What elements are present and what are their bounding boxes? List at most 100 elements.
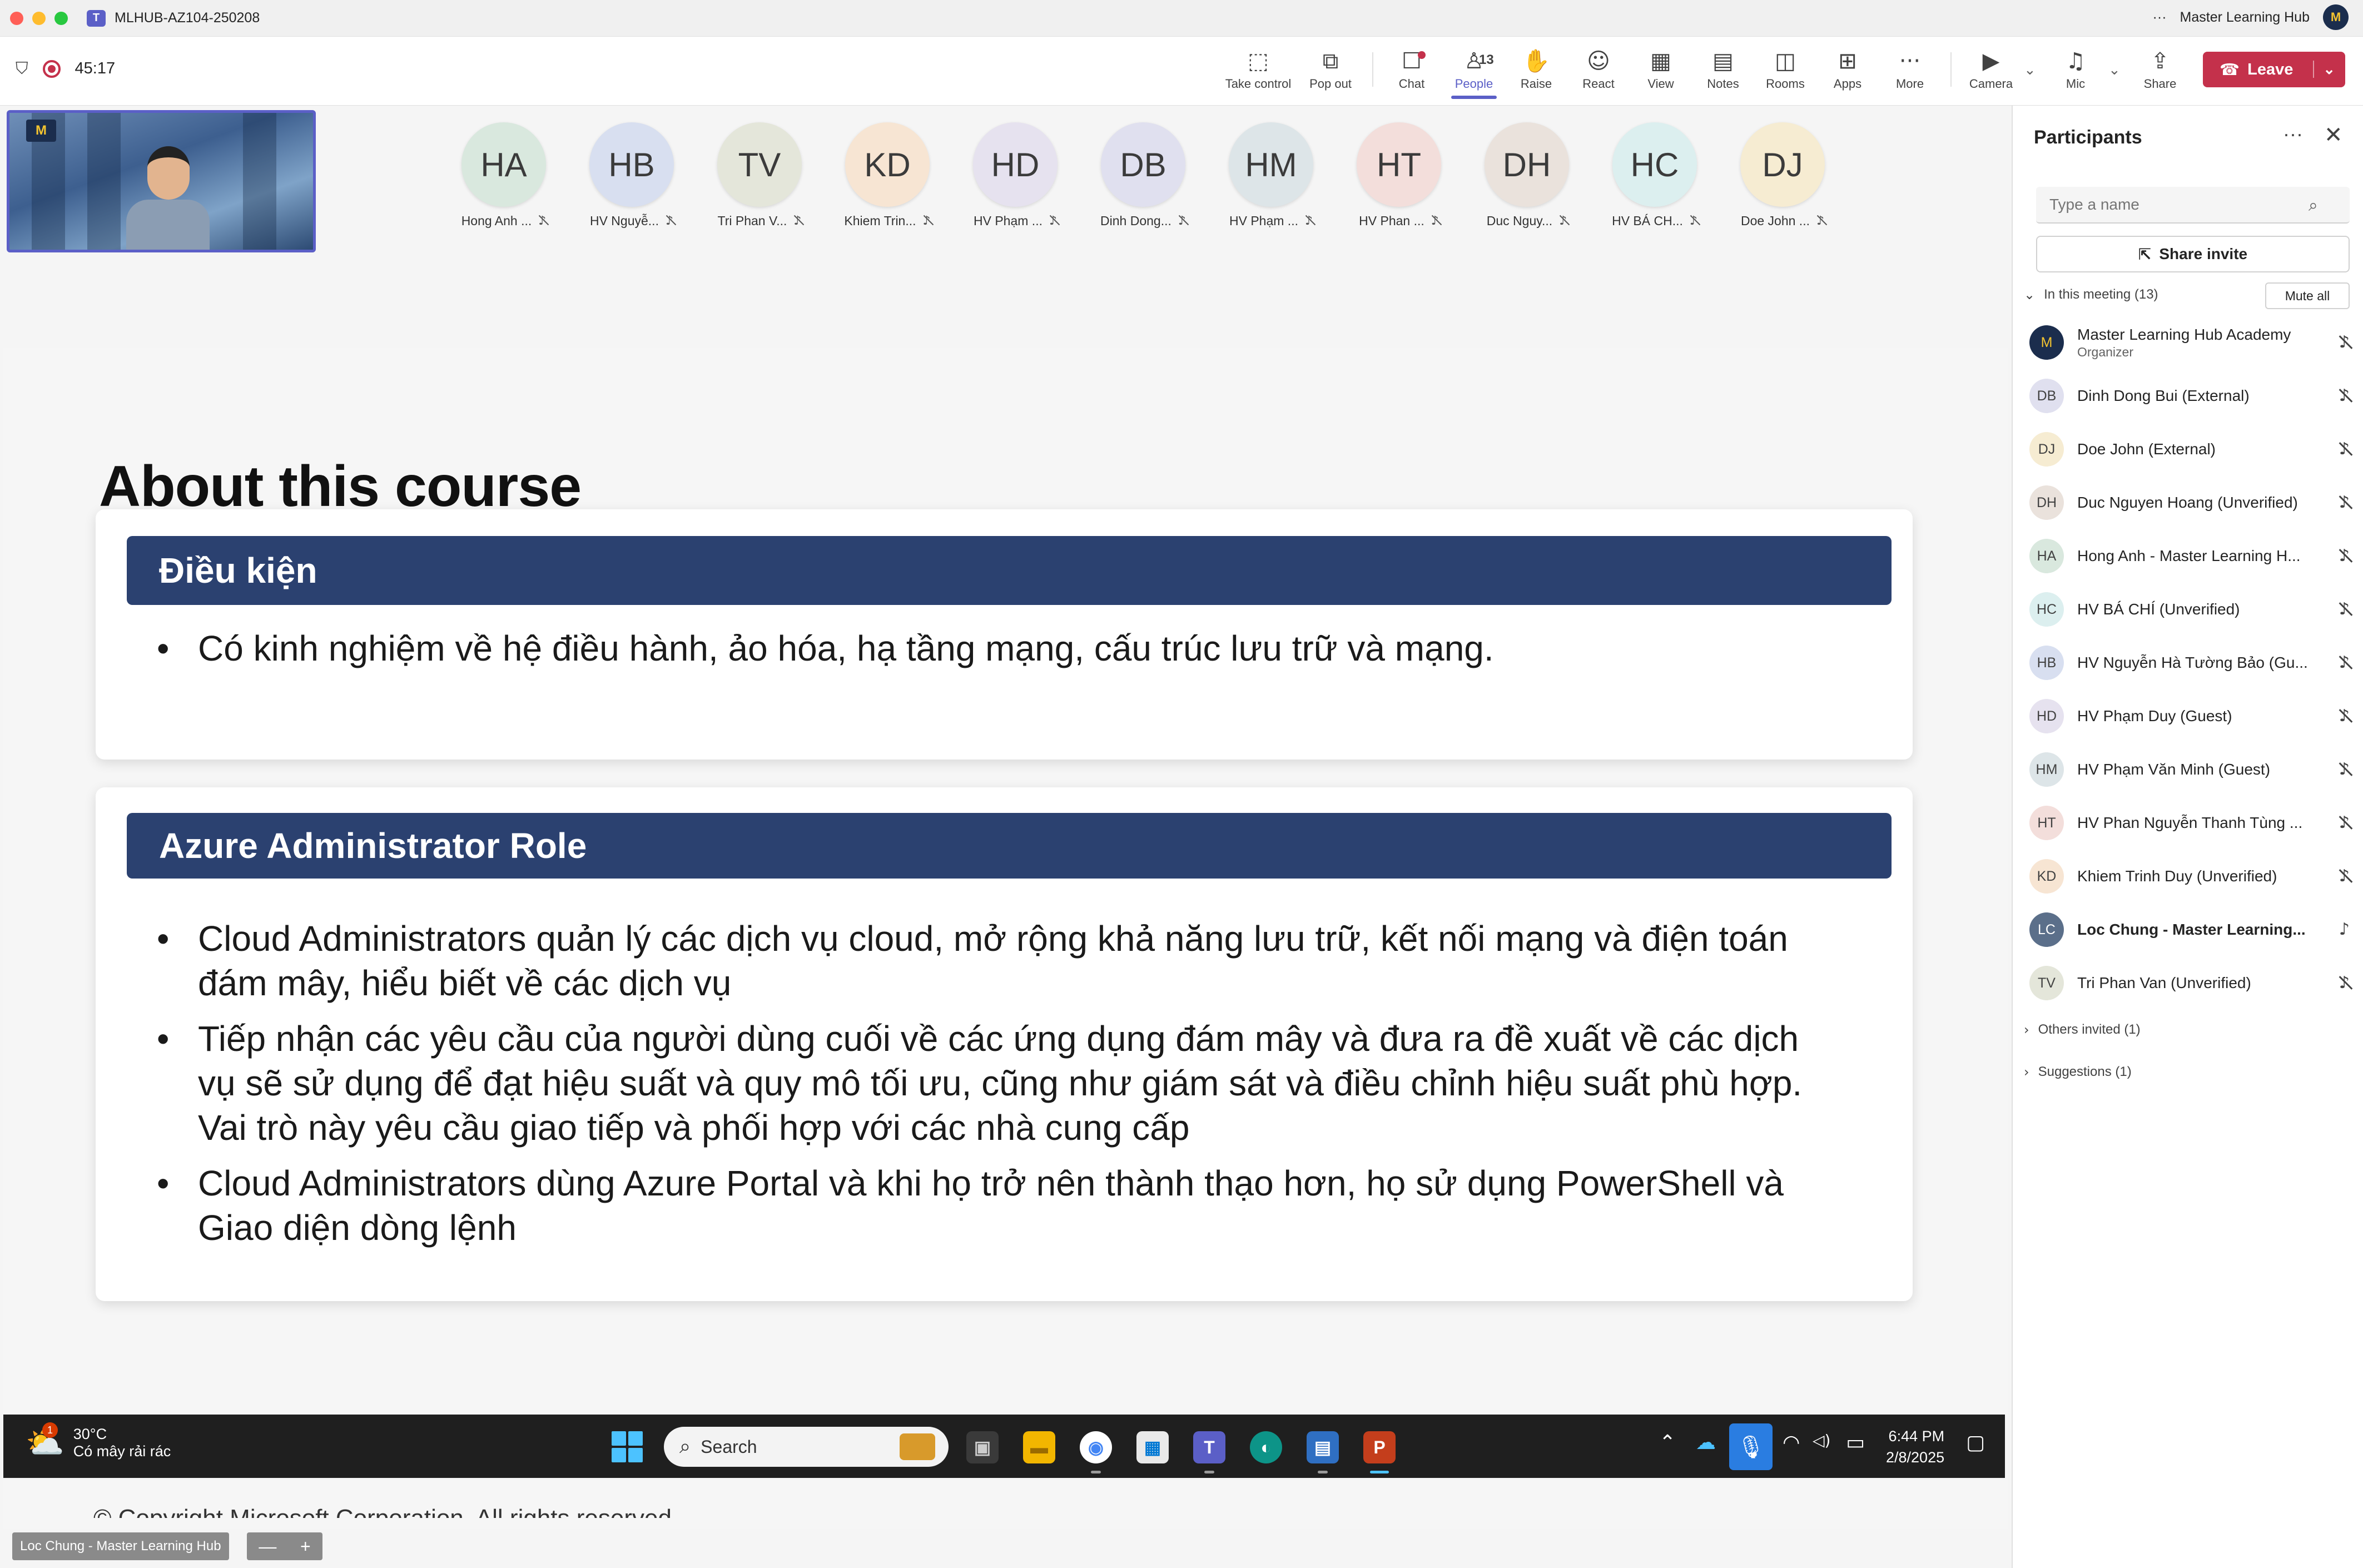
take-control-button[interactable]: ⬚ Take control [1222,46,1294,91]
notes-button[interactable]: ▤ Notes [1687,46,1759,91]
participant-row[interactable]: HT HV Phan Nguyễn Thanh Tùng ... ♪ [2029,801,2357,845]
mic-off-icon[interactable]: ♪ [2339,813,2350,832]
participant-tile-name: Doe John ... ♪ [1741,214,1824,229]
view-button[interactable]: ▦ View [1625,46,1697,91]
participant-row[interactable]: DH Duc Nguyen Hoang (Unverified) ♪ [2029,480,2357,525]
mic-off-icon[interactable]: ♪ [2339,973,2350,993]
titlebar-more-button[interactable]: ··· [2153,9,2167,26]
panel-more-button[interactable]: ··· [2283,122,2303,146]
mic-button[interactable]: ♫ Mic [2039,46,2112,91]
participant-row[interactable]: M Master Learning Hub Academy Organizer ♪ [2029,320,2357,365]
zoom-in-button[interactable]: + [300,1536,311,1557]
participant-name: HV BÁ CHÍ (Unverified) [2077,601,2240,618]
more-button[interactable]: ··· More [1874,46,1946,91]
participant-tile[interactable]: HM HV Phạm ... ♪ [1229,122,1313,229]
participant-row[interactable]: HD HV Phạm Duy (Guest) ♪ [2029,694,2357,738]
zoom-out-button[interactable]: — [259,1536,276,1557]
notepad-icon[interactable]: ▤ [1307,1431,1339,1473]
chat-button[interactable]: ☐ Chat [1376,46,1448,91]
participant-row[interactable]: HB HV Nguyễn Hà Tường Bảo (Gu... ♪ [2029,641,2357,685]
share-invite-button[interactable]: ⇱ Share invite [2036,236,2350,272]
participant-row[interactable]: LC Loc Chung - Master Learning... ♪ [2029,907,2357,952]
participant-tile[interactable]: HD HV Phạm ... ♪ [973,122,1058,229]
wifi-icon[interactable]: ◠ [1783,1431,1800,1454]
participant-row[interactable]: HC HV BÁ CHÍ (Unverified) ♪ [2029,587,2357,632]
participant-tile[interactable]: HC HV BÁ CH... ♪ [1612,122,1697,229]
raise-hand-button[interactable]: ✋ Raise [1500,46,1572,91]
mic-off-icon[interactable]: ♪ [2339,333,2350,352]
account-name[interactable]: Master Learning Hub [2180,9,2310,26]
mic-on-icon[interactable]: ♪ [2339,920,2350,939]
mic-off-icon: ♪ [1431,214,1439,228]
rooms-button[interactable]: ◫ Rooms [1749,46,1821,91]
onedrive-icon[interactable]: ☁ [1696,1431,1716,1454]
mic-off-icon[interactable]: ♪ [2339,599,2350,619]
participant-text: Tri Phan Van (Unverified) [2077,974,2316,992]
participant-row[interactable]: DB Dinh Dong Bui (External) ♪ [2029,374,2357,418]
mic-off-icon[interactable]: ♪ [2339,653,2350,672]
meeting-status: ⛉ 45:17 [16,59,115,78]
participant-row[interactable]: TV Tri Phan Van (Unverified) ♪ [2029,961,2357,1005]
mic-off-icon[interactable]: ♪ [2339,760,2350,779]
participant-row[interactable]: HM HV Phạm Văn Minh (Guest) ♪ [2029,747,2357,792]
mic-off-icon[interactable]: ♪ [2339,386,2350,405]
participant-tile[interactable]: TV Tri Phan V... ♪ [717,122,802,229]
mic-off-icon[interactable]: ♪ [2339,866,2350,886]
zoom-window-button[interactable] [54,11,68,25]
in-meeting-section-toggle[interactable]: ⌄ In this meeting (13) [2024,287,2158,302]
camera-options-chevron-icon[interactable]: ⌄ [2024,61,2036,78]
participant-tile-name: HV Phạm ... ♪ [1229,214,1313,229]
mic-options-chevron-icon[interactable]: ⌄ [2108,61,2121,78]
participant-tile[interactable]: DB Dinh Dong... ♪ [1100,122,1186,229]
mic-off-icon[interactable]: ♪ [2339,706,2350,726]
participant-tile[interactable]: DJ Doe John ... ♪ [1740,122,1825,229]
people-button[interactable]: ♙ 13 People [1438,46,1510,99]
notification-icon[interactable]: ▢ [1966,1431,1985,1454]
taskbar-clock[interactable]: 6:44 PM 2/8/2025 [1886,1426,1944,1468]
mute-all-button[interactable]: Mute all [2265,282,2350,309]
edge-icon[interactable]: ◐ [1250,1431,1282,1463]
toolbar-divider [1950,52,1952,87]
participant-row[interactable]: DJ Doe John (External) ♪ [2029,427,2357,472]
pop-out-button[interactable]: ⧉ Pop out [1294,46,1367,91]
weather-widget[interactable]: ⛅ 1 30°C Có mây rải rác [26,1422,171,1461]
others-invited-toggle[interactable]: › Others invited (1) [2024,1022,2141,1038]
mic-off-icon[interactable]: ♪ [2339,439,2350,459]
powerpoint-icon[interactable]: P [1363,1431,1396,1473]
participant-tile[interactable]: KD Khiem Trin... ♪ [844,122,931,229]
battery-icon[interactable]: ▭ [1846,1431,1865,1454]
mic-off-icon[interactable]: ♪ [2339,546,2350,565]
task-view-icon[interactable]: ▣ [966,1431,999,1463]
participant-row[interactable]: HA Hong Anh - Master Learning H... ♪ [2029,534,2357,578]
apps-button[interactable]: ⊞ Apps [1811,46,1884,91]
volume-icon[interactable]: ◁) [1813,1431,1830,1450]
file-explorer-icon[interactable]: ▬ [1023,1431,1055,1463]
share-button[interactable]: ⇪ Share [2124,46,2196,91]
participant-tile[interactable]: DH Duc Nguy... ♪ [1485,122,1569,229]
react-button[interactable]: ☺ React [1562,46,1635,91]
participant-row[interactable]: KD Khiem Trinh Duy (Unverified) ♪ [2029,854,2357,899]
chrome-icon[interactable]: ◉ [1080,1431,1112,1473]
taskbar-search[interactable]: ⌕ Search [664,1427,949,1467]
account-avatar[interactable]: M [2323,4,2349,30]
mic-off-icon: ♪ [793,214,802,228]
teams-icon[interactable]: T [1193,1431,1225,1473]
microsoft-store-icon[interactable]: ▦ [1136,1431,1169,1463]
participant-tile[interactable]: HB HV Nguyễ... ♪ [589,122,674,229]
tray-mic-icon[interactable]: 🎙 [1729,1423,1773,1470]
minimize-window-button[interactable] [32,11,46,25]
participant-search-input[interactable] [2036,187,2350,224]
suggestions-toggle[interactable]: › Suggestions (1) [2024,1064,2132,1080]
leave-button[interactable]: ☎ Leave ⌄ [2203,52,2345,87]
close-window-button[interactable] [10,11,23,25]
presenter-head [147,146,190,200]
mic-off-icon[interactable]: ♪ [2339,493,2350,512]
shared-screen-video-thumbnail[interactable]: M [7,110,316,252]
participant-tile[interactable]: HT HV Phan ... ♪ [1357,122,1441,229]
tray-chevron-icon[interactable]: ⌃ [1659,1431,1676,1454]
participant-tile[interactable]: HA Hong Anh ... ♪ [461,122,546,229]
windows-start-icon[interactable] [612,1431,643,1462]
camera-button[interactable]: ▶ Camera [1955,46,2027,91]
leave-options-chevron-icon[interactable]: ⌄ [2313,61,2335,78]
close-icon[interactable]: ✕ [2324,122,2343,148]
